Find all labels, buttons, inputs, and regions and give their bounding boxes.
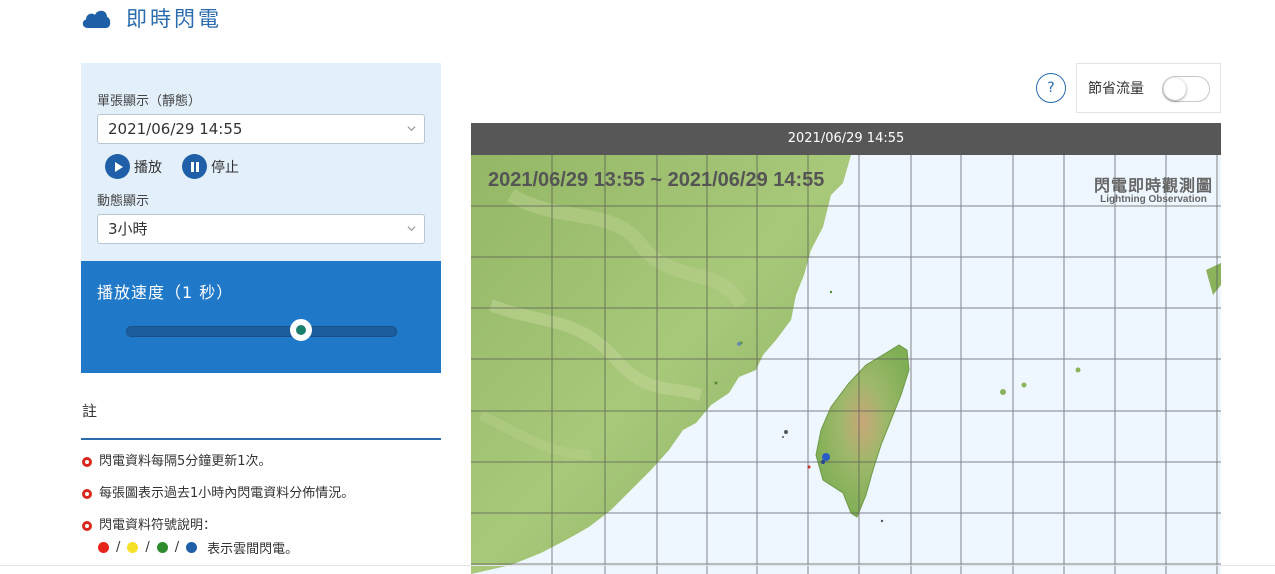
red-dot-icon	[98, 542, 109, 553]
speed-slider-thumb[interactable]	[289, 319, 312, 341]
note-item: 每張圖表示過去1小時內閃電資料分佈情況。	[81, 485, 441, 503]
display-settings: 單張顯示（靜態） 2021/06/29 14:55 播放 停止 動態顯示 3小時	[81, 63, 441, 261]
static-time-value: 2021/06/29 14:55	[108, 120, 243, 138]
map-product-title: 閃電即時觀測圖 Lightning Observation	[1094, 172, 1213, 205]
green-dot-icon	[156, 542, 168, 553]
legend-separator: /	[116, 540, 121, 555]
map-image[interactable]: 2021/06/29 13:55 ~ 2021/06/29 14:55 閃電即時…	[471, 155, 1221, 574]
pause-icon	[182, 154, 207, 179]
lightning-legend: / / / 表示雲間閃電。	[81, 538, 441, 557]
map-time-range: 2021/06/29 13:55 ~ 2021/06/29 14:55	[488, 169, 825, 191]
note-item: 閃電資料每隔5分鐘更新1次。	[81, 453, 441, 471]
stop-button[interactable]: 停止	[182, 154, 239, 179]
data-saver-box: 節省流量	[1076, 63, 1221, 113]
speed-slider-track[interactable]	[126, 326, 397, 337]
control-panel: 單張顯示（靜態） 2021/06/29 14:55 播放 停止 動態顯示 3小時	[81, 63, 441, 373]
dynamic-display-label: 動態顯示	[97, 194, 150, 209]
data-saver-toggle[interactable]	[1162, 76, 1210, 102]
dynamic-range-value: 3小時	[108, 220, 148, 238]
speed-panel: 播放速度（1 秒）	[81, 261, 441, 373]
playback-buttons: 播放 停止	[105, 154, 259, 179]
play-label: 播放	[134, 159, 162, 176]
bullet-icon	[82, 457, 92, 467]
play-button[interactable]: 播放	[105, 154, 162, 179]
help-button[interactable]: ?	[1036, 73, 1066, 103]
static-time-select[interactable]: 2021/06/29 14:55	[97, 114, 425, 144]
map-product-zh: 閃電即時觀測圖	[1093, 176, 1213, 195]
dynamic-range-select[interactable]: 3小時	[97, 214, 425, 244]
cloud-icon	[82, 10, 111, 29]
map-header-time: 2021/06/29 14:55	[471, 123, 1221, 155]
lightning-map: 2021/06/29 14:55 2021/06/29 13:55 ~ 2021…	[471, 123, 1221, 574]
bullet-icon	[82, 521, 92, 531]
note-item: 閃電資料符號說明：	[81, 517, 441, 535]
stop-label: 停止	[211, 159, 239, 176]
chevron-down-icon	[407, 226, 416, 232]
notes-section: 註 閃電資料每隔5分鐘更新1次。 每張圖表示過去1小時內閃電資料分佈情況。 閃電…	[81, 400, 441, 557]
page-title: 即時閃電	[126, 7, 222, 31]
notes-title: 註	[82, 402, 98, 420]
page-bottom-divider	[0, 565, 1275, 566]
notes-divider	[81, 438, 441, 440]
chevron-down-icon	[407, 126, 416, 132]
note-text: 閃電資料符號說明：	[99, 518, 217, 533]
speed-label: 播放速度（1 秒）	[97, 283, 234, 302]
static-display-label: 單張顯示（靜態）	[97, 94, 202, 109]
toggle-knob	[1164, 78, 1186, 100]
data-saver-label: 節省流量	[1088, 81, 1144, 97]
play-icon	[105, 154, 130, 179]
page-header: 即時閃電	[80, 2, 222, 34]
map-grid	[471, 155, 1221, 574]
map-product-en: Lightning Observation	[1100, 194, 1207, 205]
legend-text: 表示雲間閃電。	[207, 542, 299, 557]
yellow-dot-icon	[127, 542, 139, 553]
blue-dot-icon	[186, 542, 198, 553]
note-text: 閃電資料每隔5分鐘更新1次。	[99, 454, 272, 469]
legend-separator: /	[145, 540, 150, 555]
legend-separator: /	[174, 540, 180, 555]
bullet-icon	[82, 489, 92, 499]
note-text: 每張圖表示過去1小時內閃電資料分佈情況。	[99, 486, 355, 501]
